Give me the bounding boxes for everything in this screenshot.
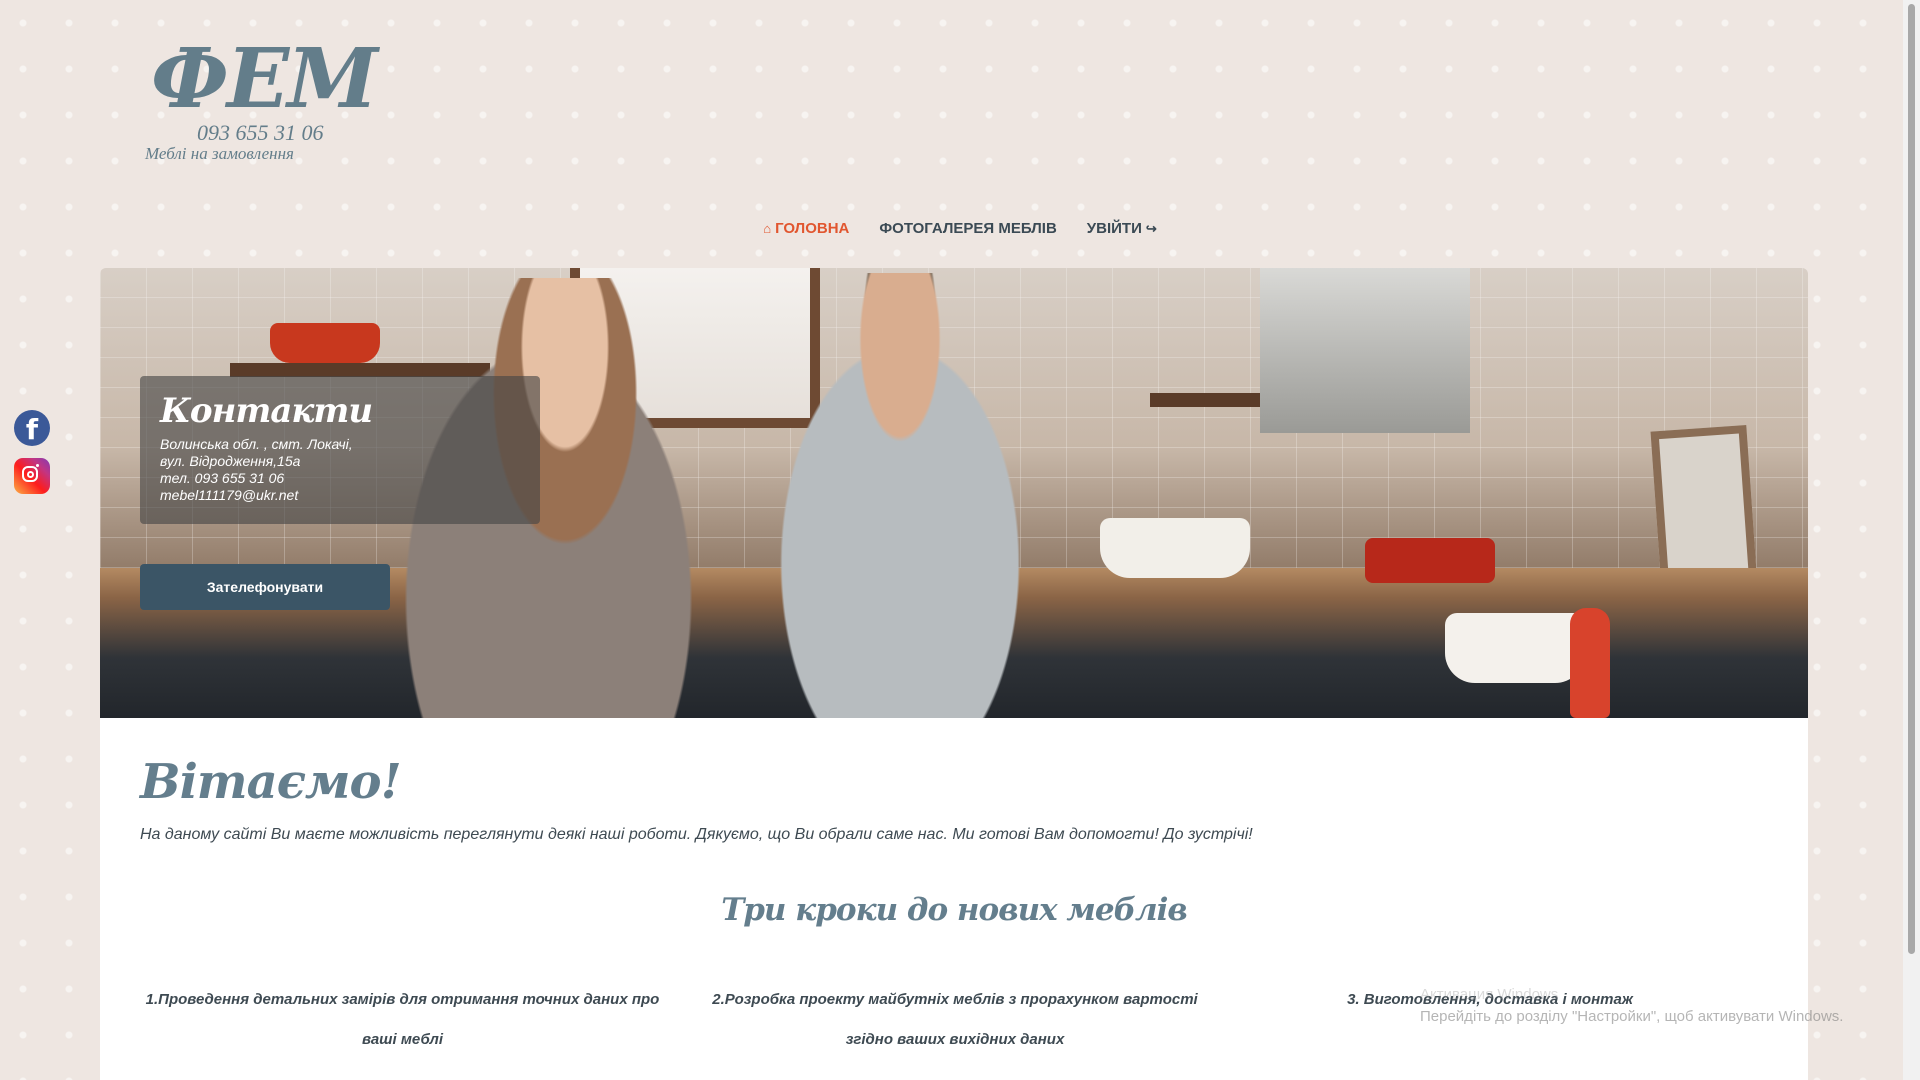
hero-person-man	[740, 273, 1060, 718]
hero-range-hood	[1260, 268, 1470, 433]
logo-brand: ФЕМ	[151, 31, 378, 127]
hero-pepper-mill	[1570, 608, 1610, 718]
welcome-heading: Вітаємо!	[140, 754, 402, 810]
windows-activation-title: Активация Windows	[1420, 986, 1559, 1003]
instagram-lens	[26, 470, 34, 478]
intro-text: На даному сайті Ви маєте можливість пере…	[140, 826, 1253, 843]
instagram-icon[interactable]	[14, 458, 50, 494]
step-line: ваші меблі	[361, 1031, 444, 1048]
hero-white-pot	[1445, 613, 1585, 683]
step-item: 2.Розробка проекту майбутніх меблів з пр…	[700, 980, 1210, 1060]
nav-item-label: ГОЛОВНА	[775, 220, 850, 237]
instagram-flash	[36, 464, 39, 467]
sign-in-icon: ↪	[1145, 221, 1157, 236]
contacts-email[interactable]: mebel111179@ukr.net	[160, 487, 520, 504]
hero-red-dish	[1365, 538, 1495, 583]
nav-item-home[interactable]: ⌂ ГОЛОВНА	[759, 220, 849, 237]
contacts-panel: Контакти Волинська обл. , смт. Локачі, в…	[140, 376, 540, 524]
page-scrollbar[interactable]	[1903, 0, 1920, 1080]
step-item: 1.Проведення детальних замірів для отрим…	[140, 980, 665, 1060]
contacts-phone: тел. 093 655 31 06	[160, 470, 285, 486]
step-line: 1.Проведення детальних замірів для отрим…	[145, 991, 660, 1008]
main-nav: ⌂ ГОЛОВНА ФОТОГАЛЕРЕЯ МЕБЛІВ УВІЙТИ ↪	[0, 220, 1920, 237]
scrollbar-thumb[interactable]	[1908, 4, 1915, 954]
logo-tagline: Меблі на замовлення	[145, 144, 294, 163]
facebook-icon[interactable]: f	[14, 410, 50, 446]
logo-phone: 093 655 31 06	[197, 120, 324, 145]
nav-item-login[interactable]: УВІЙТИ ↪	[1087, 220, 1161, 237]
call-button[interactable]: Зателефонувати	[140, 564, 390, 610]
contacts-street: вул. Відродження,15а	[160, 453, 301, 469]
windows-activation-watermark: Перейдіть до розділу "Настройки", щоб ак…	[1420, 1008, 1844, 1025]
step-line: згідно ваших вихідних даних	[845, 1031, 1065, 1048]
steps-heading: Три кроки до нових меблів	[721, 892, 1188, 928]
contacts-title: Контакти	[160, 391, 373, 431]
contacts-region: Волинська обл. , смт. Локачі,	[160, 436, 353, 452]
site-logo[interactable]: ФЕМ 093 655 31 06 Меблі на замовлення	[145, 38, 378, 168]
nav-item-gallery[interactable]: ФОТОГАЛЕРЕЯ МЕБЛІВ	[879, 220, 1056, 237]
home-icon: ⌂	[763, 221, 772, 236]
main-content: Вітаємо! На даному сайті Ви маєте можлив…	[100, 718, 1808, 1080]
hero-red-pan	[270, 323, 380, 363]
nav-item-label: ФОТОГАЛЕРЕЯ МЕБЛІВ	[879, 220, 1057, 237]
nav-item-label: УВІЙТИ	[1086, 220, 1142, 237]
step-line: 2.Розробка проекту майбутніх меблів з пр…	[712, 991, 1198, 1008]
facebook-glyph: f	[25, 413, 39, 446]
hero-white-dish	[1100, 518, 1250, 578]
